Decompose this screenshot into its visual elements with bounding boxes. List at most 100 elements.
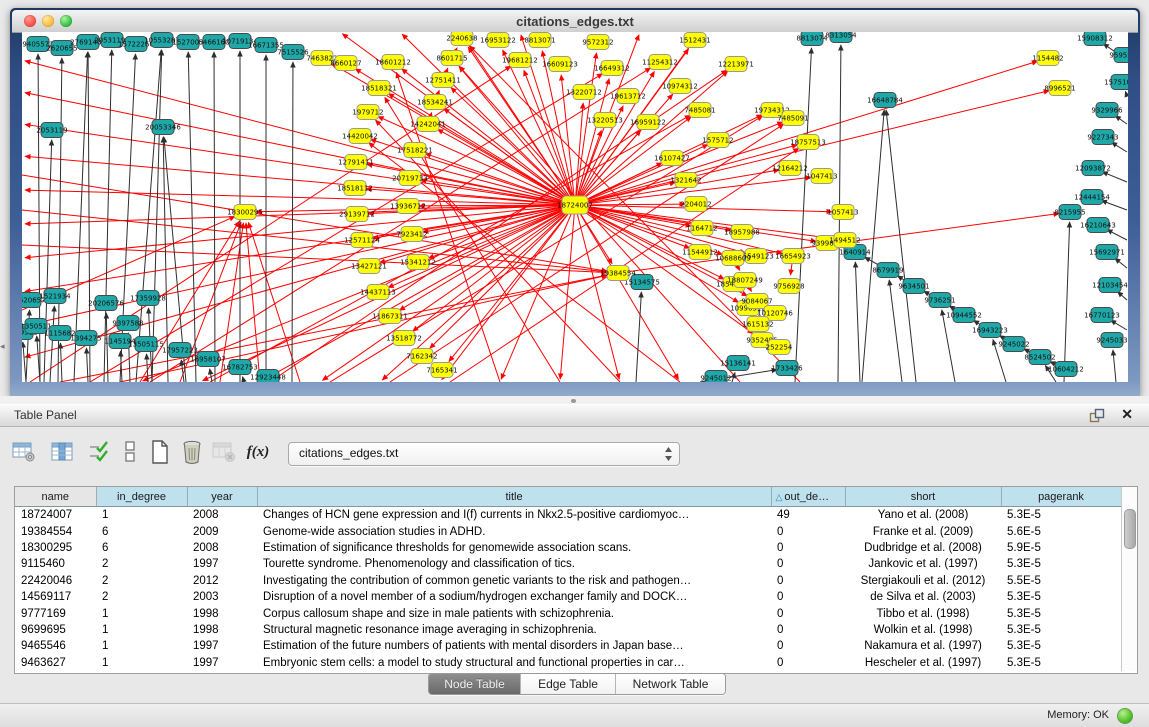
cell-name[interactable]: 9699695 [15,622,96,638]
function-builder-icon[interactable]: f(x) [244,438,272,466]
table-scrollbar[interactable] [1121,487,1137,671]
graph-node-15341212[interactable]: 15341212 [400,255,436,270]
graph-node-8813074[interactable]: 8813074 [796,32,828,46]
network-view-window[interactable]: citations_edges.txt 94055722620655276914… [10,8,1140,396]
graph-node-1057413[interactable]: 1057413 [827,205,858,220]
cell-pagerank[interactable]: 5.3E-5 [1001,638,1121,654]
cell-year[interactable]: 1997 [187,655,257,671]
cell-in_degree[interactable]: 1 [96,638,187,654]
graph-node-13220712[interactable]: 13220712 [566,85,602,100]
row-selection-icon[interactable] [84,438,112,466]
cell-name[interactable]: 22420046 [15,573,96,589]
node-attribute-table[interactable]: namein_degreeyeartitle△out_de…shortpager… [15,487,1122,671]
graph-node-12791411[interactable]: 12791411 [338,155,374,170]
cell-pagerank[interactable]: 5.3E-5 [1001,605,1121,621]
cell-pagerank[interactable]: 5.3E-5 [1001,556,1121,572]
graph-node-18601212[interactable]: 18601212 [375,55,411,70]
graph-node-13220513[interactable]: 13220513 [587,113,623,128]
cell-year[interactable]: 1997 [187,556,257,572]
graph-node-252254[interactable]: 252254 [766,340,793,355]
cell-in_degree[interactable]: 1 [96,605,187,621]
cell-year[interactable]: 2008 [187,540,257,556]
cell-in_degree[interactable]: 2 [96,573,187,589]
cell-short[interactable]: Nakamura et al. (1997) [845,638,1001,654]
cell-year[interactable]: 1997 [187,638,257,654]
column-header-out_de[interactable]: △out_de… [771,487,845,507]
graph-node-18957988[interactable]: 18957988 [724,225,760,240]
cell-pagerank[interactable]: 5.3E-5 [1001,589,1121,605]
cell-pagerank[interactable]: 5.3E-5 [1001,507,1121,524]
graph-node-9572312[interactable]: 9572312 [582,35,613,50]
cell-title[interactable]: Changes of HCN gene expression and I(f) … [257,507,771,524]
cell-title[interactable]: Embryonic stem cells: a model to study s… [257,655,771,671]
table-options-icon[interactable] [10,438,38,466]
graph-node-18724007[interactable]: 18724007 [557,196,593,214]
cell-in_degree[interactable]: 1 [96,622,187,638]
graph-node-8679919[interactable]: 8679919 [872,263,903,278]
network-canvas[interactable]: 9405572262065527691406205311941572226010… [22,32,1128,382]
graph-node-8215955[interactable]: 8215955 [1054,205,1085,220]
network-window-titlebar[interactable]: citations_edges.txt [12,10,1138,33]
graph-node-15136141[interactable]: 15136141 [720,356,756,371]
graph-node-16770123[interactable]: 16770123 [1084,308,1120,323]
graph-node-7923412[interactable]: 7923412 [396,227,427,242]
cell-year[interactable]: 1998 [187,605,257,621]
cell-short[interactable]: Yano et al. (2008) [845,507,1001,524]
cell-name[interactable]: 18300295 [15,540,96,556]
cell-title[interactable]: Tourette syndrome. Phenomenology and cla… [257,556,771,572]
cell-pagerank[interactable]: 5.6E-5 [1001,523,1121,539]
graph-node-8524502[interactable]: 8524502 [1024,350,1055,365]
split-pane-collapse-icon[interactable]: ◂ [0,341,5,352]
cell-year[interactable]: 2008 [187,507,257,524]
cell-name[interactable]: 19384554 [15,523,96,539]
close-panel-icon[interactable]: ✕ [1121,406,1133,423]
cell-name[interactable]: 9465546 [15,638,96,654]
cell-out_de[interactable]: 0 [771,556,845,572]
tab-network-table[interactable]: Network Table [616,674,725,694]
graph-node-1154482[interactable]: 1154482 [1032,51,1063,66]
cell-short[interactable]: Hescheler et al. (1997) [845,655,1001,671]
graph-node-16210643[interactable]: 16210643 [1080,218,1116,233]
graph-node-1047413[interactable]: 1047413 [806,169,837,184]
cell-year[interactable]: 1998 [187,622,257,638]
table-row[interactable]: 1938455462009Genome-wide association stu… [15,523,1121,539]
cell-pagerank[interactable]: 5.3E-5 [1001,622,1121,638]
graph-node-9329966[interactable]: 9329966 [1091,103,1123,118]
cell-short[interactable]: Dudbridge et al. (2008) [845,540,1001,556]
graph-node-12751411[interactable]: 12751411 [425,73,461,88]
cell-in_degree[interactable]: 2 [96,556,187,572]
graph-node-8313054[interactable]: 8313054 [825,32,857,43]
table-row[interactable]: 1872400712008Changes of HCN gene express… [15,507,1121,524]
graph-node-1164712[interactable]: 1164712 [686,221,717,236]
graph-node-2240638[interactable]: 2240638 [446,32,477,46]
table-select-dropdown[interactable]: citations_edges.txt [288,442,680,466]
cell-out_de[interactable]: 0 [771,655,845,671]
graph-node-15908312[interactable]: 15908312 [1077,32,1113,46]
cell-pagerank[interactable]: 5.9E-5 [1001,540,1121,556]
cell-year[interactable]: 2003 [187,589,257,605]
cell-out_de[interactable]: 0 [771,540,845,556]
graph-node-1575712[interactable]: 1575712 [702,133,733,148]
graph-node-15692971[interactable]: 15692971 [1089,245,1125,260]
column-header-in_degree[interactable]: in_degree [96,487,187,507]
graph-node-7162342[interactable]: 7162342 [406,349,437,364]
graph-node-7485081[interactable]: 7485081 [684,103,715,118]
graph-node-1512431[interactable]: 1512431 [679,33,710,48]
cell-title[interactable]: Investigating the contribution of common… [257,573,771,589]
graph-node-12103454[interactable]: 12103454 [1092,278,1128,293]
graph-node-9245012[interactable]: 9245012 [700,371,731,383]
graph-node-9397588[interactable]: 9397588 [112,316,143,331]
divider-handle-icon[interactable] [571,399,576,403]
cell-out_de[interactable]: 0 [771,622,845,638]
table-mode-icon[interactable] [116,438,144,466]
graph-node-17359928[interactable]: 17359928 [130,291,166,306]
graph-node-7165341[interactable]: 7165341 [426,363,457,378]
graph-node-16648784[interactable]: 16648784 [867,93,903,108]
tab-edge-table[interactable]: Edge Table [521,674,616,694]
graph-node-8813071[interactable]: 8813071 [524,33,555,48]
cell-title[interactable]: Estimation of significance thresholds fo… [257,540,771,556]
graph-node-12571124[interactable]: 12571124 [344,233,380,248]
cell-short[interactable]: Jankovic et al. (1997) [845,556,1001,572]
cell-title[interactable]: Corpus callosum shape and size in male p… [257,605,771,621]
graph-node-10974312[interactable]: 10974312 [662,79,698,94]
